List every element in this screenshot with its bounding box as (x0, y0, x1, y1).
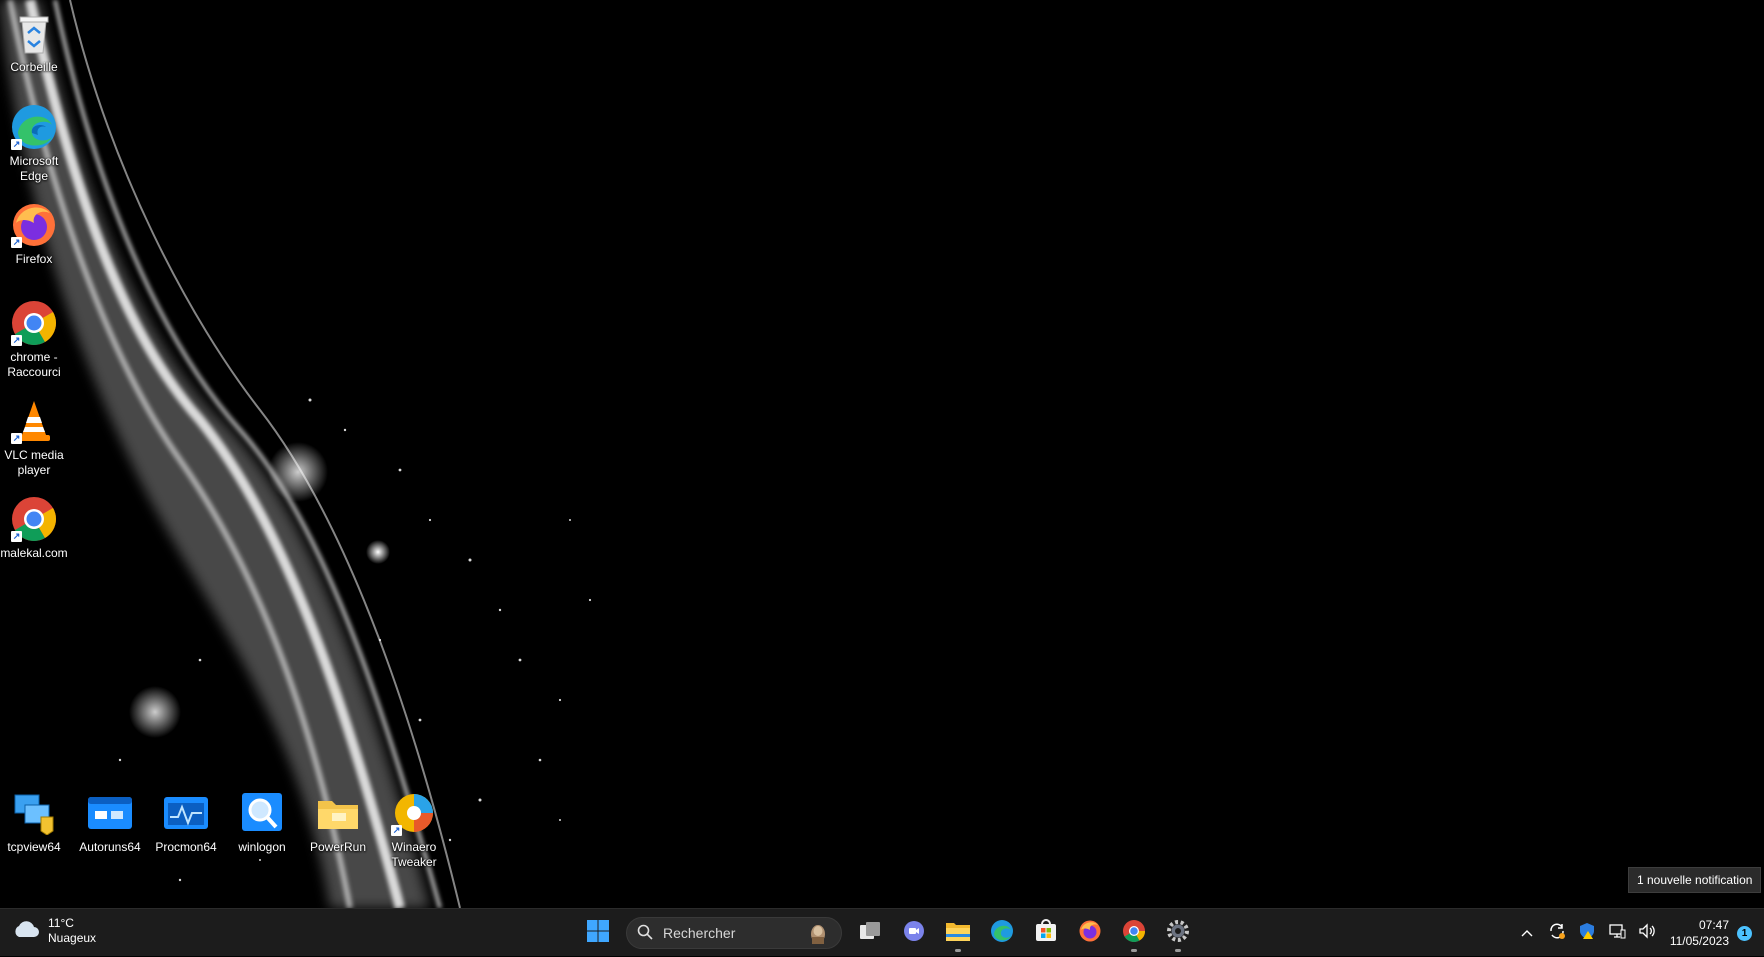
store-button[interactable] (1026, 913, 1066, 953)
desktop-icon-winaero-tweaker[interactable]: ↗ Winaero Tweaker (378, 788, 450, 870)
cloud-icon (12, 919, 40, 944)
desktop-icon-powerrun[interactable]: PowerRun (302, 788, 374, 855)
chevron-up-icon (1521, 924, 1533, 942)
desktop-icon-label: VLC media player (4, 448, 64, 477)
desktop-icon-recycle-bin[interactable]: Corbeille (0, 8, 70, 75)
winaero-icon: ↗ (389, 788, 439, 838)
chrome-icon: ↗ (9, 298, 59, 348)
desktop-icon-label: malekal.com (0, 546, 68, 560)
desktop-icon-label: Microsoft Edge (9, 154, 59, 183)
desktop[interactable]: Corbeille ↗ Microsoft Edge ↗ Firefox ↗ c… (0, 0, 1764, 908)
running-indicator (955, 949, 961, 952)
search-highlight-icon (807, 922, 829, 947)
shield-warning-icon (1578, 922, 1596, 945)
edge-icon (990, 919, 1014, 948)
settings-icon (1166, 919, 1190, 948)
weather-temp: 11°C (48, 916, 74, 930)
start-button[interactable] (578, 913, 618, 953)
edge-taskbar-button[interactable] (982, 913, 1022, 953)
chrome-icon: ↗ (9, 494, 59, 544)
start-icon (586, 919, 610, 948)
desktop-icon-label: Firefox (15, 252, 53, 266)
running-indicator (1175, 949, 1181, 952)
weather-condition: Nuageux (48, 931, 97, 945)
desktop-icon-tcpview64[interactable]: tcpview64 (0, 788, 70, 855)
firefox-taskbar-button[interactable] (1070, 913, 1110, 953)
teams-chat-icon (902, 919, 926, 948)
file-explorer-button[interactable] (938, 913, 978, 953)
desktop-icon-label: tcpview64 (7, 840, 61, 854)
chrome-taskbar-button[interactable] (1114, 913, 1154, 953)
system-tray: 07:47 11/05/2023 1 (1512, 909, 1764, 957)
procmon-icon (161, 788, 211, 838)
task-view-icon (858, 919, 882, 948)
store-icon (1034, 918, 1058, 948)
firefox-icon (1078, 919, 1102, 948)
search-placeholder: Rechercher (663, 925, 736, 941)
clock[interactable]: 07:47 11/05/2023 (1670, 917, 1729, 949)
tray-network-button[interactable] (1602, 913, 1632, 953)
running-indicator (1131, 949, 1137, 952)
wallpaper (0, 0, 592, 908)
clock-time: 07:47 (1698, 918, 1729, 932)
sync-icon (1548, 922, 1566, 945)
desktop-icon-edge[interactable]: ↗ Microsoft Edge (0, 102, 70, 184)
settings-taskbar-button[interactable] (1158, 913, 1198, 953)
firefox-icon: ↗ (9, 200, 59, 250)
tcpview-icon (9, 788, 59, 838)
network-icon (1608, 922, 1626, 945)
search-icon (237, 788, 287, 838)
tray-volume-button[interactable] (1632, 913, 1662, 953)
edge-icon: ↗ (9, 102, 59, 152)
show-hidden-icons-button[interactable] (1512, 913, 1542, 953)
teams-chat-button[interactable] (894, 913, 934, 953)
desktop-icon-label: Procmon64 (155, 840, 217, 854)
desktop-icon-autoruns64[interactable]: Autoruns64 (74, 788, 146, 855)
search-box[interactable]: Rechercher (626, 917, 842, 949)
desktop-icon-firefox[interactable]: ↗ Firefox (0, 200, 70, 267)
desktop-icon-label: Corbeille (10, 60, 58, 74)
recycle-bin-icon (9, 8, 59, 58)
clock-date: 11/05/2023 (1669, 934, 1729, 948)
vlc-icon: ↗ (9, 396, 59, 446)
desktop-icon-label: PowerRun (309, 840, 367, 854)
weather-widget[interactable]: 11°C Nuageux (12, 916, 96, 946)
desktop-icon-chrome-shortcut[interactable]: ↗ chrome - Raccourci (0, 298, 70, 380)
task-view-button[interactable] (850, 913, 890, 953)
desktop-icon-malekal[interactable]: ↗ malekal.com (0, 494, 70, 561)
desktop-icon-label: Winaero Tweaker (391, 840, 437, 869)
volume-icon (1638, 922, 1656, 945)
desktop-icon-winlogon[interactable]: winlogon (226, 788, 298, 855)
tray-sync-button[interactable] (1542, 913, 1572, 953)
notification-badge[interactable]: 1 (1737, 925, 1752, 941)
file-explorer-icon (945, 920, 971, 947)
autoruns-icon (85, 788, 135, 838)
taskbar: 11°C Nuageux Rechercher 07:47 11/05/2023… (0, 908, 1764, 956)
notification-toast[interactable]: 1 nouvelle notification (1628, 867, 1762, 893)
notification-toast-text: 1 nouvelle notification (1637, 873, 1753, 887)
search-icon (637, 924, 653, 943)
desktop-icon-procmon64[interactable]: Procmon64 (150, 788, 222, 855)
desktop-icon-label: chrome - Raccourci (7, 350, 61, 379)
desktop-icon-vlc[interactable]: ↗ VLC media player (0, 396, 70, 478)
desktop-icon-label: Autoruns64 (79, 840, 141, 854)
folder-icon (313, 788, 363, 838)
tray-security-button[interactable] (1572, 913, 1602, 953)
chrome-icon (1122, 919, 1146, 948)
desktop-icon-label: winlogon (238, 840, 286, 854)
